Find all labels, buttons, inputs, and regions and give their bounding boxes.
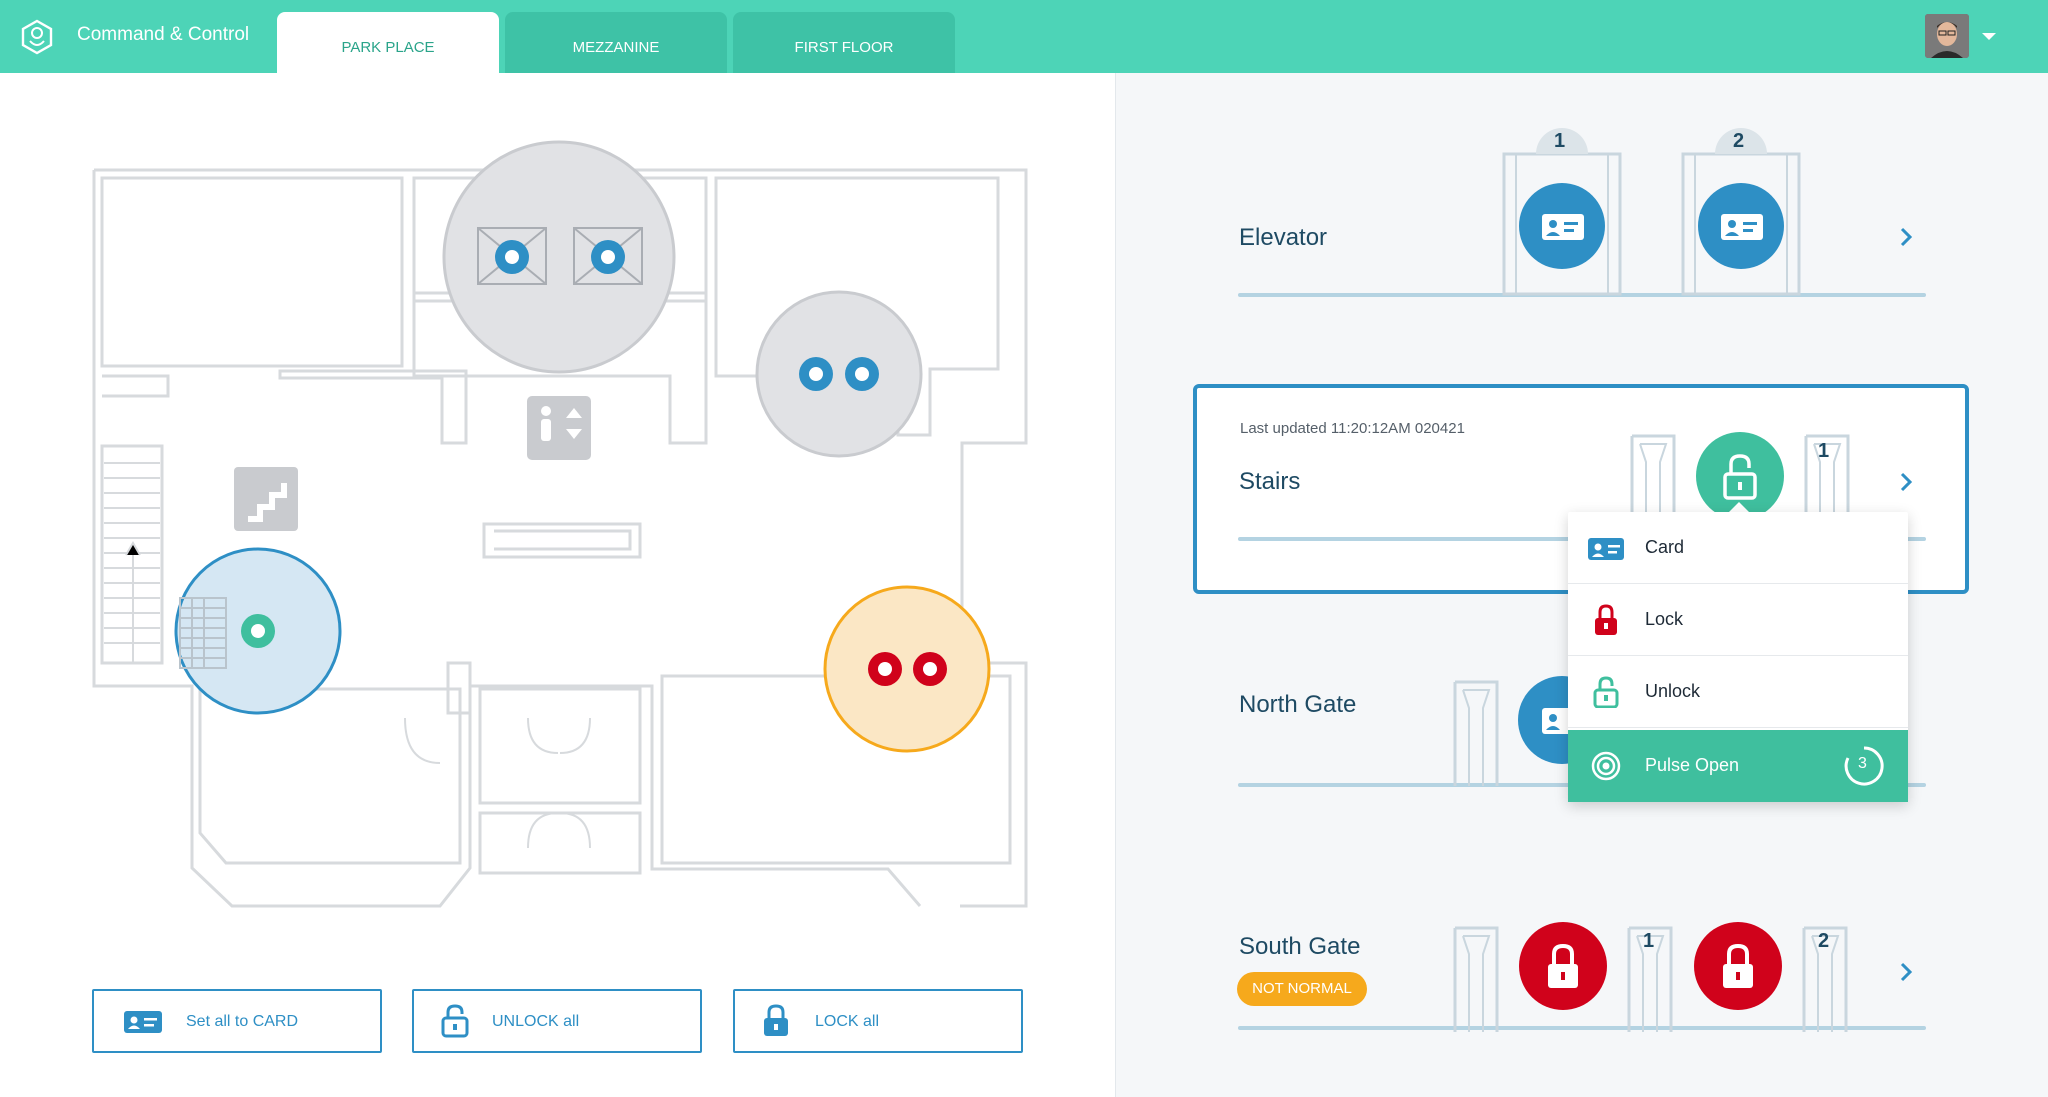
north-gate-door-frame <box>1453 680 1499 786</box>
stairs-door-number: 1 <box>1818 440 1830 462</box>
stairs-last-updated: Last updated 11:20:12AM 020421 <box>1240 420 1465 437</box>
unlock-all-label: UNLOCK all <box>492 1013 580 1030</box>
menu-item-lock[interactable]: Lock <box>1568 584 1908 656</box>
unlock-icon <box>441 1004 469 1038</box>
set-all-card-button[interactable]: Set all to CARD <box>92 989 382 1053</box>
stairs-icon <box>234 467 298 531</box>
lock-icon <box>764 1004 788 1036</box>
menu-item-unlock[interactable]: Unlock <box>1568 656 1908 728</box>
lock-all-button[interactable]: LOCK all <box>733 989 1023 1053</box>
south-gate-door-2-locked[interactable] <box>1694 922 1784 1012</box>
south-gate-title: South Gate <box>1239 933 1361 960</box>
restroom-icon <box>527 396 591 460</box>
tab-first-floor[interactable]: FIRST FLOOR <box>733 12 955 73</box>
menu-item-unlock-label: Unlock <box>1645 681 1701 701</box>
menu-item-pulse-open-label: Pulse Open <box>1645 755 1740 775</box>
tab-park-place[interactable]: PARK PLACE <box>277 12 499 73</box>
south-gate-door-1-locked[interactable] <box>1519 922 1609 1012</box>
south-gate-door-1-number: 1 <box>1643 930 1655 952</box>
stairs-title: Stairs <box>1239 468 1301 495</box>
menu-item-card[interactable]: Card <box>1568 512 1908 584</box>
user-menu-caret-icon[interactable] <box>1982 33 1996 40</box>
door-mode-menu: Card Lock Unlock Pulse Open 3 <box>1568 512 1908 802</box>
elevator-chevron-right-icon[interactable] <box>1894 225 1918 249</box>
card-icon <box>124 1011 162 1033</box>
elevator-door-2-number: 2 <box>1733 130 1745 152</box>
stairs-chevron-right-icon[interactable] <box>1894 470 1918 494</box>
unlock-icon <box>1593 676 1619 708</box>
south-gate-chevron-right-icon[interactable] <box>1894 960 1918 984</box>
set-all-card-label: Set all to CARD <box>186 1013 299 1030</box>
user-avatar[interactable] <box>1925 14 1969 58</box>
pulse-countdown-value: 3 <box>1858 755 1867 772</box>
unlock-all-button[interactable]: UNLOCK all <box>412 989 702 1053</box>
south-gate-zone[interactable] <box>823 585 991 753</box>
pulse-icon <box>1591 751 1621 781</box>
elevator-title: Elevator <box>1239 224 1328 251</box>
menu-item-card-label: Card <box>1645 537 1685 557</box>
top-bar: Command & Control PARK PLACE MEZZANINE F… <box>0 0 2048 73</box>
app-title: Command & Control <box>77 24 250 45</box>
elevator-door-1-number: 1 <box>1554 130 1566 152</box>
not-normal-badge: NOT NORMAL <box>1237 972 1367 1006</box>
tab-mezzanine[interactable]: MEZZANINE <box>505 12 727 73</box>
floor-plan <box>92 140 1028 908</box>
south-gate-door-frame-1 <box>1453 926 1499 1032</box>
north-gate-zone[interactable] <box>755 290 923 458</box>
lock-icon <box>1595 604 1617 635</box>
floor-plan-panel: Set all to CARD UNLOCK all LOCK all <box>0 73 1115 1097</box>
menu-item-pulse-open[interactable]: Pulse Open 3 <box>1568 730 1908 802</box>
app-logo-icon <box>21 19 53 55</box>
north-gate-title: North Gate <box>1239 691 1357 718</box>
menu-item-lock-label: Lock <box>1645 609 1684 629</box>
south-gate-door-2-number: 2 <box>1818 930 1830 952</box>
card-icon <box>1588 538 1624 560</box>
lock-all-label: LOCK all <box>815 1013 880 1030</box>
